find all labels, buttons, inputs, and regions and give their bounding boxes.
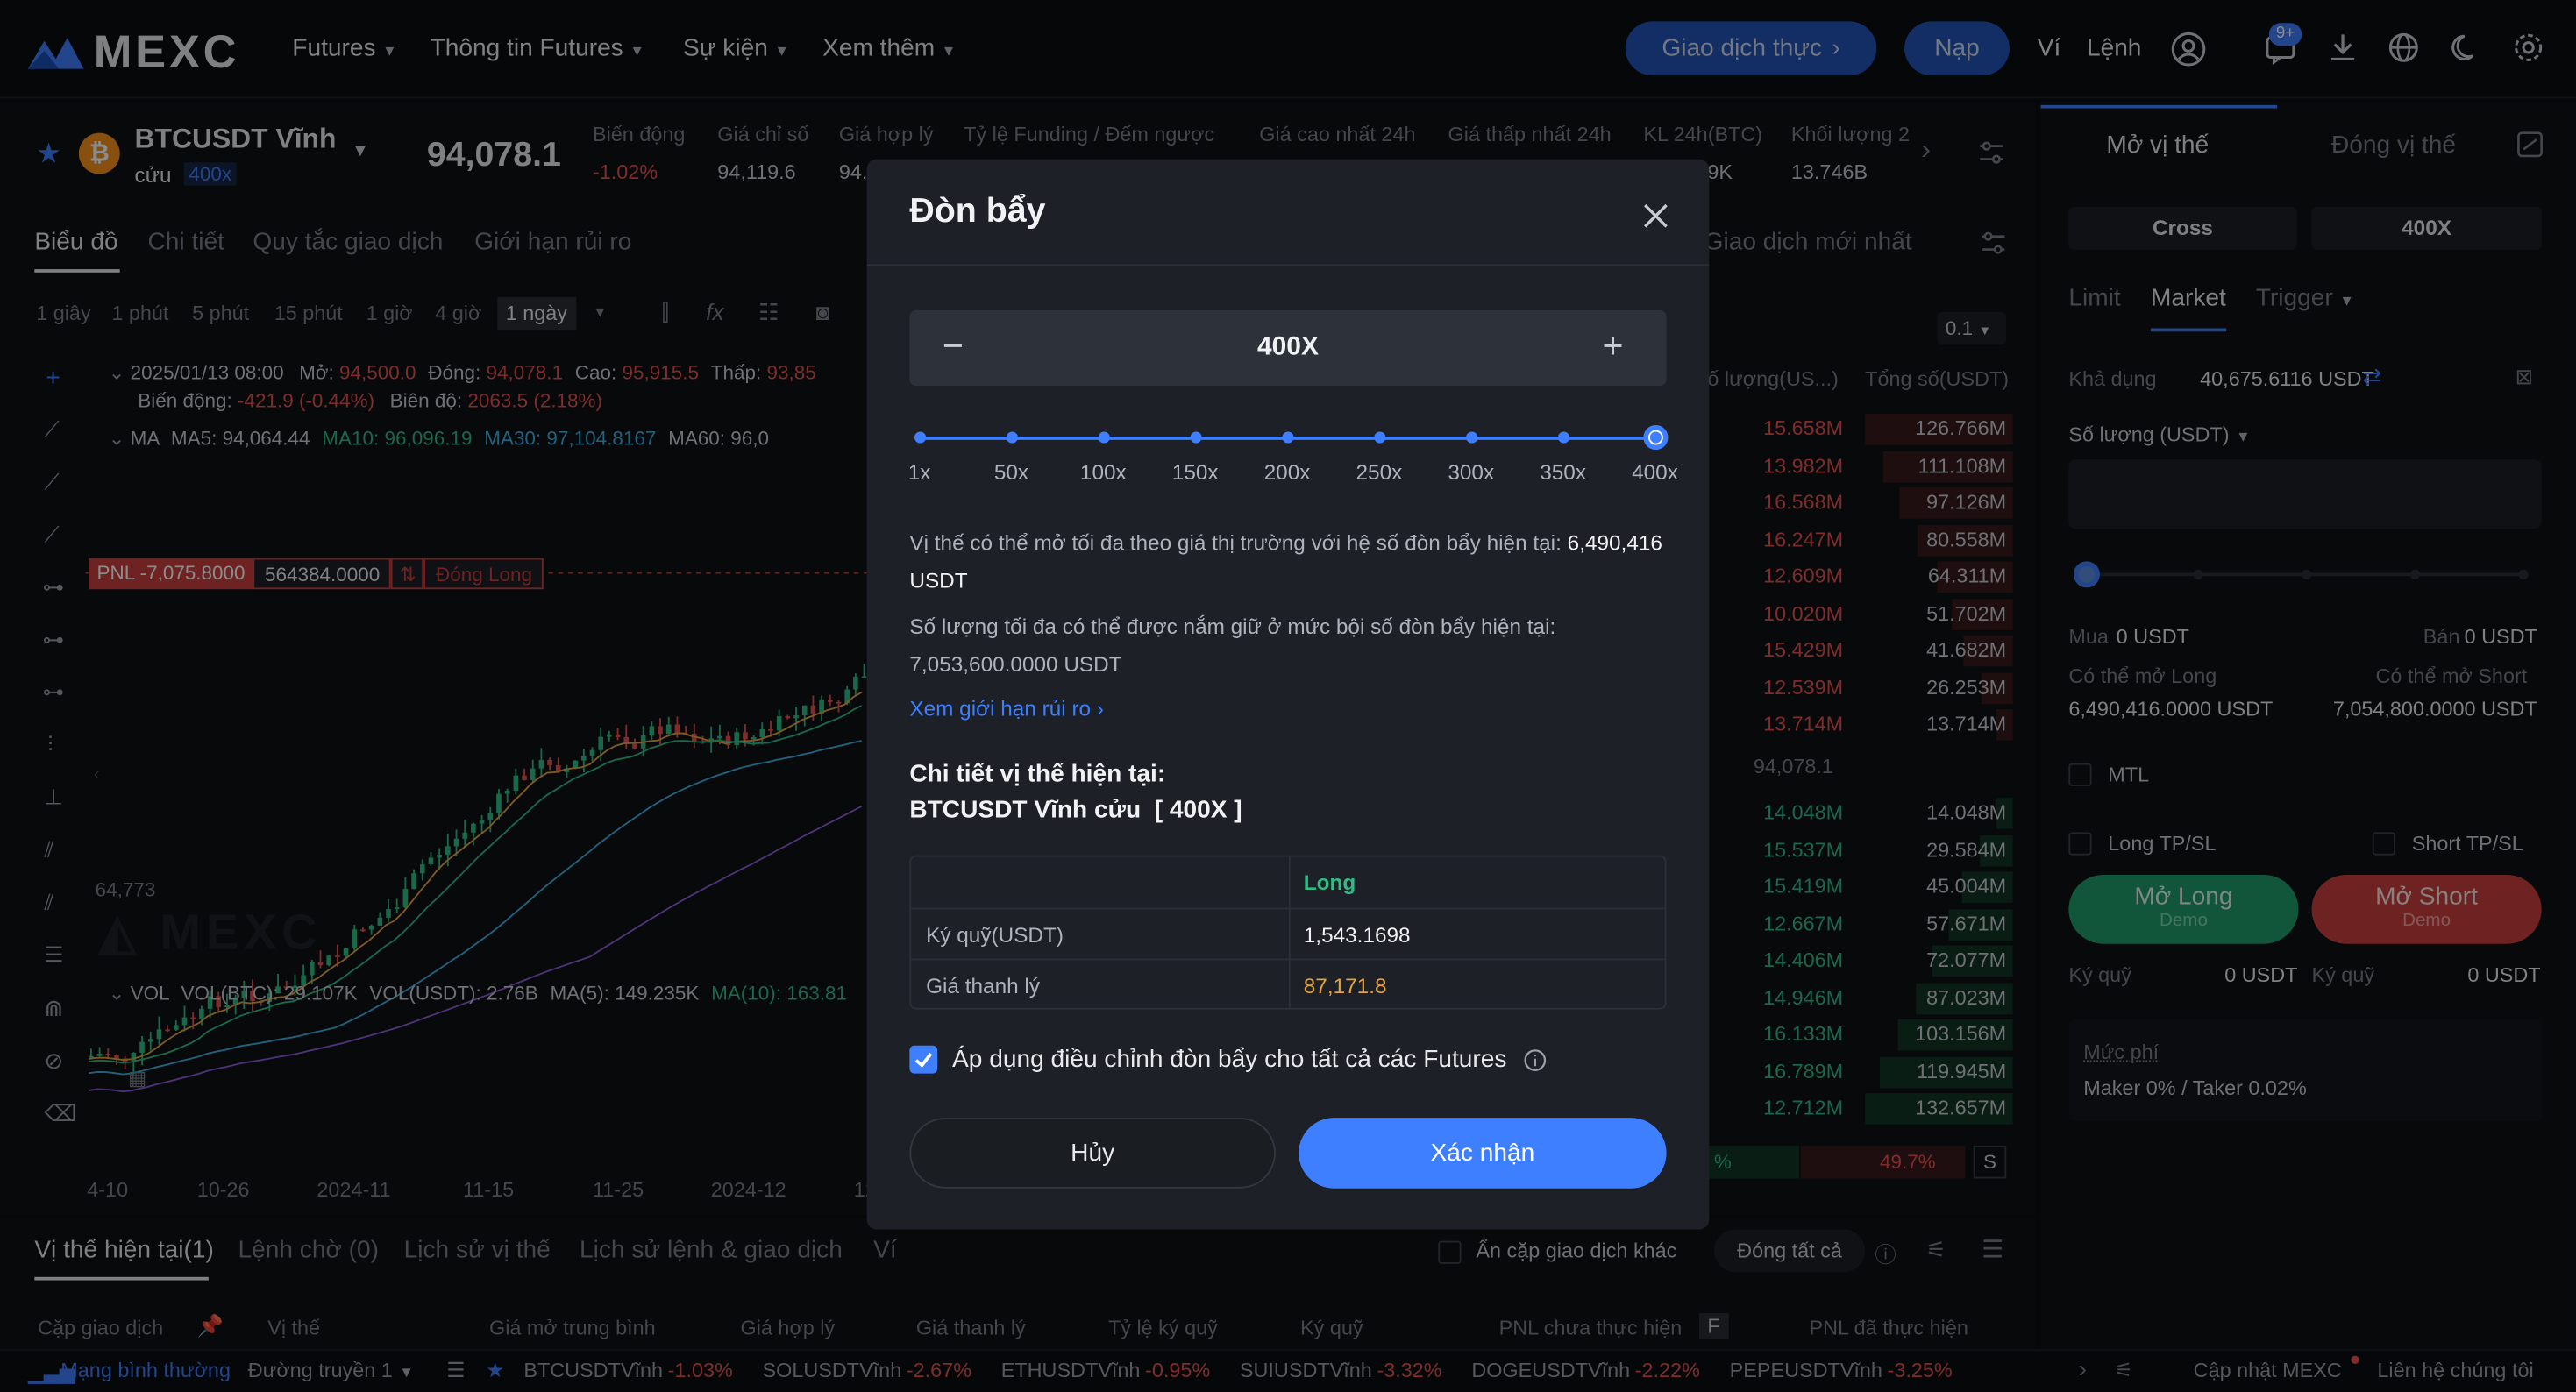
slider-mark[interactable] — [1005, 431, 1018, 444]
slider-mark-label[interactable]: 250x — [1356, 459, 1402, 484]
slider-mark-label[interactable]: 100x — [1080, 459, 1127, 484]
max-position-value: 6,490,416 — [1567, 529, 1662, 555]
cancel-button[interactable]: Hủy — [909, 1118, 1276, 1189]
table-header-long: Long — [1303, 870, 1356, 895]
detail-title: Chi tiết vị thế hiện tại: — [909, 759, 1166, 788]
divider — [866, 264, 1710, 266]
slider-mark-label[interactable]: 300x — [1448, 459, 1494, 484]
table-row: Giá thanh lý 87,171.8 — [911, 958, 1665, 1008]
table-row: Ký quỹ(USDT) 1,543.1698 — [911, 907, 1665, 958]
max-hold-desc: Số lượng tối đa có thể được nắm giữ ở mứ… — [909, 614, 1556, 639]
confirm-button[interactable]: Xác nhận — [1299, 1118, 1667, 1189]
slider-mark[interactable] — [914, 431, 926, 444]
slider-mark[interactable] — [1465, 431, 1477, 444]
chevron-right-icon: › — [1096, 695, 1105, 721]
slider-mark-label[interactable]: 400x — [1632, 459, 1678, 484]
row-label: Ký quỹ(USDT) — [926, 922, 1064, 948]
close-icon[interactable] — [1642, 202, 1670, 230]
risk-limit-link[interactable]: Xem giới hạn rủi ro › — [909, 696, 1104, 721]
position-detail-table: Long Ký quỹ(USDT) 1,543.1698 Giá thanh l… — [909, 855, 1667, 1010]
row-value: 87,171.8 — [1303, 973, 1387, 998]
slider-mark-label[interactable]: 1x — [908, 459, 931, 484]
slider-mark[interactable] — [1097, 431, 1109, 444]
modal-title: Đòn bẩy — [909, 192, 1046, 231]
max-position-unit: USDT — [909, 567, 968, 593]
row-label: Giá thanh lý — [926, 973, 1040, 998]
apply-all-label: Áp dụng điều chỉnh đòn bẩy cho tất cả cá… — [952, 1045, 1507, 1074]
plus-button[interactable]: + — [1603, 325, 1624, 368]
slider-mark-label[interactable]: 50x — [994, 459, 1028, 484]
apply-all-checkbox[interactable] — [909, 1045, 938, 1074]
max-hold-value: 7,053,600.0000 USDT — [909, 651, 1122, 677]
check-icon — [914, 1052, 933, 1068]
leverage-stepper: − 400X + — [909, 309, 1667, 387]
row-value: 1,543.1698 — [1303, 922, 1411, 948]
info-icon[interactable] — [1524, 1049, 1547, 1072]
slider-mark[interactable] — [1281, 431, 1293, 444]
slider-mark[interactable] — [1557, 431, 1569, 444]
slider-mark[interactable] — [1648, 431, 1662, 444]
slider-mark-label[interactable]: 150x — [1172, 459, 1219, 484]
max-position-desc: Vị thế có thể mở tối đa theo giá thị trư… — [909, 529, 1562, 555]
detail-symbol: BTCUSDT Vĩnh cửu [ 400X ] — [909, 796, 1242, 824]
max-hold-text: Số lượng tối đa có thể được nắm giữ ở mứ… — [909, 607, 1615, 683]
risk-limit-label: Xem giới hạn rủi ro — [909, 695, 1092, 721]
slider-mark-label[interactable]: 200x — [1264, 459, 1311, 484]
leverage-modal: Đòn bẩy − 400X + Vị thế có thể mở tối đa… — [866, 159, 1710, 1230]
slider-mark[interactable] — [1373, 431, 1385, 444]
slider-mark[interactable] — [1189, 431, 1201, 444]
max-position-text: Vị thế có thể mở tối đa theo giá thị trư… — [909, 523, 1681, 599]
leverage-value[interactable]: 400X — [909, 333, 1666, 363]
app-root: MEXC Futures ▼ Thông tin Futures ▼ Sự kiện… — [0, 0, 2576, 1392]
slider-mark-label[interactable]: 350x — [1540, 459, 1586, 484]
